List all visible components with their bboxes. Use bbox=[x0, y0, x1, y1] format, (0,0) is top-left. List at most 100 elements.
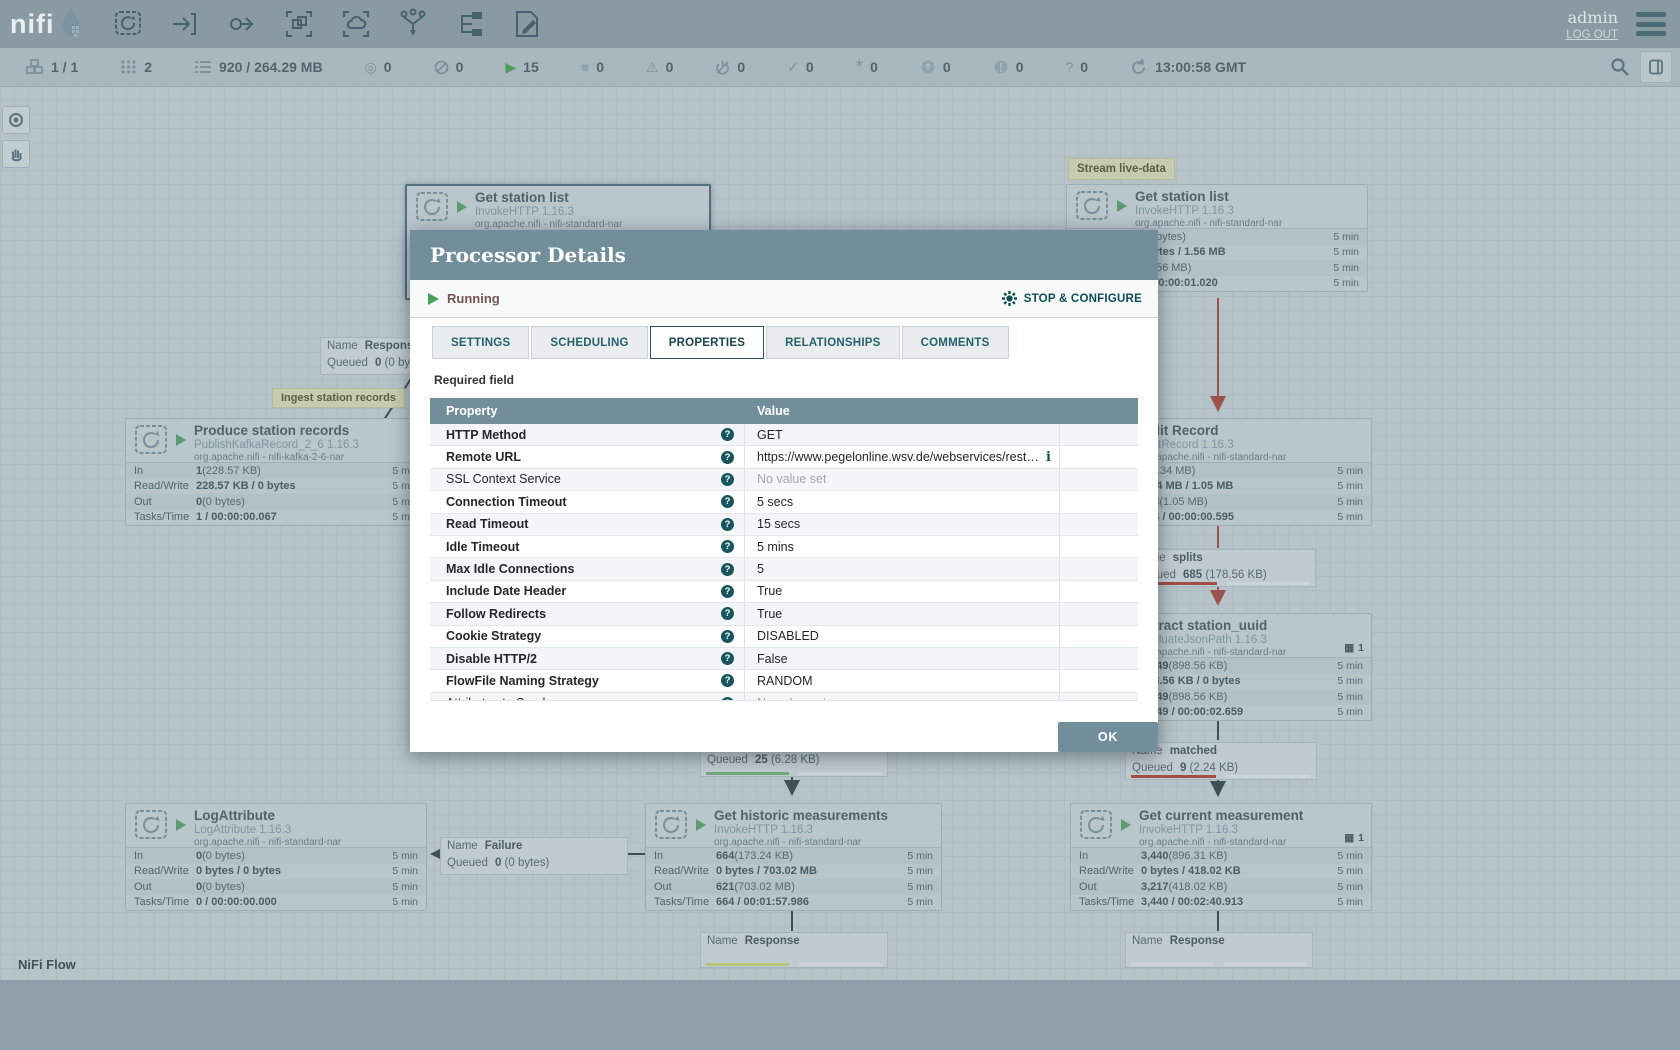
help-icon[interactable] bbox=[721, 563, 734, 576]
info-icon[interactable] bbox=[1040, 450, 1051, 465]
processor-stamp-icon bbox=[1075, 190, 1111, 228]
locally-modified-stale-icon bbox=[993, 59, 1009, 75]
running-status-icon bbox=[176, 819, 186, 831]
property-row: Max Idle Connections5 bbox=[430, 558, 1138, 580]
help-icon[interactable] bbox=[721, 428, 734, 441]
search-icon[interactable] bbox=[1610, 57, 1630, 77]
component-toolbar bbox=[111, 7, 544, 41]
processor-bundle: org.apache.nifi - nifi-standard-nar bbox=[714, 837, 941, 849]
help-icon[interactable] bbox=[721, 674, 734, 687]
status-threads: 2 bbox=[120, 59, 152, 75]
ok-button[interactable]: OK bbox=[1058, 722, 1158, 752]
stat-readwrite: Read/Write0 bytes / 418.02 KB5 min bbox=[1071, 864, 1371, 880]
pan-hand-button[interactable] bbox=[2, 140, 30, 168]
processor-title: Split Record bbox=[1139, 423, 1371, 439]
processor-get-current-measurement[interactable]: Get current measurement InvokeHTTP 1.16.… bbox=[1070, 803, 1372, 911]
connection-label-failure[interactable]: NameFailure Queued0 (0 bytes) bbox=[440, 837, 628, 875]
connection-label-response-bottom[interactable]: NameResponse bbox=[700, 932, 888, 968]
processor-bundle: org.apache.nifi - nifi-standard-nar bbox=[194, 837, 426, 849]
input-port-icon[interactable] bbox=[168, 7, 202, 41]
status-transmitting: ◎0 bbox=[365, 59, 392, 75]
tab-settings[interactable]: SETTINGS bbox=[432, 326, 529, 359]
output-port-icon[interactable] bbox=[225, 7, 259, 41]
processor-type: InvokeHTTP 1.16.3 bbox=[475, 206, 709, 219]
queue-usage-bars bbox=[1134, 582, 1310, 585]
not-transmitting-icon bbox=[434, 60, 449, 75]
status-disabled: 0 bbox=[715, 59, 745, 75]
tab-properties[interactable]: PROPERTIES bbox=[650, 326, 764, 359]
processor-details-dialog: Processor Details Running STOP & CONFIGU… bbox=[410, 230, 1158, 752]
help-icon[interactable] bbox=[721, 451, 734, 464]
stat-out: Out621 (703.02 MB)5 min bbox=[646, 879, 941, 895]
processor-title: Get station list bbox=[1135, 189, 1367, 205]
help-icon[interactable] bbox=[721, 630, 734, 643]
processor-produce-station-records[interactable]: Produce station records PublishKafkaReco… bbox=[125, 418, 427, 526]
breadcrumb-nifi-flow[interactable]: NiFi Flow bbox=[18, 957, 76, 972]
property-row: Idle Timeout5 mins bbox=[430, 536, 1138, 558]
logout-link[interactable]: LOG OUT bbox=[1566, 29, 1618, 41]
dialog-title: Processor Details bbox=[430, 243, 626, 267]
processor-stamp-icon bbox=[415, 191, 451, 229]
refresh-icon[interactable] bbox=[1130, 59, 1147, 76]
birdseye-button[interactable] bbox=[2, 106, 30, 134]
help-icon[interactable] bbox=[721, 473, 734, 486]
canvas-label-stream-live-data[interactable]: Stream live-data bbox=[1068, 158, 1175, 180]
stat-tasks: Tasks/Time1 / 00:00:00.0675 min bbox=[126, 510, 426, 526]
help-icon[interactable] bbox=[721, 607, 734, 620]
status-locally-modified: *0 bbox=[856, 58, 878, 77]
queue-usage-bars bbox=[706, 963, 882, 966]
funnel-icon[interactable] bbox=[396, 7, 430, 41]
stat-out: Out0 (0 bytes)5 min bbox=[126, 494, 426, 510]
processor-title: LogAttribute bbox=[194, 808, 426, 824]
running-status-icon bbox=[457, 201, 467, 213]
property-row: Include Date HeaderTrue bbox=[430, 581, 1138, 603]
help-icon[interactable] bbox=[721, 495, 734, 508]
footer-band bbox=[0, 980, 1680, 1050]
grid-icon: ▦ bbox=[1344, 642, 1354, 654]
tab-scheduling[interactable]: SCHEDULING bbox=[531, 326, 647, 359]
help-icon[interactable] bbox=[721, 585, 734, 598]
dialog-header: Processor Details bbox=[410, 230, 1158, 280]
processor-type: InvokeHTTP 1.16.3 bbox=[1135, 205, 1367, 218]
stale-icon bbox=[920, 59, 936, 75]
locally-modified-icon: * bbox=[856, 58, 863, 77]
properties-table: Property Value HTTP MethodGET Remote URL… bbox=[430, 398, 1138, 701]
global-menu-icon[interactable] bbox=[1636, 12, 1666, 36]
stat-in: In1 (228.57 KB)5 min bbox=[126, 463, 426, 479]
canvas-label-ingest-station-records[interactable]: Ingest station records bbox=[272, 388, 405, 408]
sync-failure-icon: ? bbox=[1065, 60, 1073, 74]
remote-process-group-icon[interactable] bbox=[339, 7, 373, 41]
processor-type: PublishKafkaRecord_2_6 1.16.3 bbox=[194, 439, 426, 452]
help-icon[interactable] bbox=[721, 652, 734, 665]
property-row: Disable HTTP/2False bbox=[430, 648, 1138, 670]
status-sync-failure: ?0 bbox=[1065, 59, 1088, 75]
transmitting-icon: ◎ bbox=[365, 60, 377, 74]
help-icon[interactable] bbox=[721, 518, 734, 531]
tab-relationships[interactable]: RELATIONSHIPS bbox=[766, 326, 899, 359]
processor-stamp-icon bbox=[654, 809, 690, 847]
template-icon[interactable] bbox=[453, 7, 487, 41]
status-not-transmitting: 0 bbox=[434, 59, 464, 75]
processor-log-attribute[interactable]: LogAttribute LogAttribute 1.16.3 org.apa… bbox=[125, 803, 427, 911]
property-row: Connection Timeout5 secs bbox=[430, 491, 1138, 513]
status-refresh: 13:00:58 GMT bbox=[1130, 59, 1246, 76]
running-status-icon bbox=[1121, 819, 1131, 831]
running-status-icon bbox=[1117, 200, 1127, 212]
stop-and-configure-button[interactable]: STOP & CONFIGURE bbox=[1001, 290, 1142, 307]
app-header: nifi admin LOG OUT bbox=[0, 0, 1680, 48]
help-icon[interactable] bbox=[721, 540, 734, 553]
label-icon[interactable] bbox=[510, 7, 544, 41]
processor-title: Get current measurement bbox=[1139, 808, 1371, 824]
connection-label-queued-25[interactable]: Queued25 (6.28 KB) bbox=[700, 751, 888, 777]
settings-panel-button[interactable] bbox=[1640, 51, 1672, 83]
tab-comments[interactable]: COMMENTS bbox=[902, 326, 1009, 359]
process-group-icon[interactable] bbox=[282, 7, 316, 41]
invalid-icon: ⚠ bbox=[646, 60, 659, 74]
connection-label-response-bottom-right[interactable]: NameResponse bbox=[1125, 932, 1313, 968]
running-icon bbox=[428, 293, 439, 305]
processor-icon[interactable] bbox=[111, 7, 145, 41]
property-row: Follow RedirectsTrue bbox=[430, 603, 1138, 625]
processor-stamp-icon bbox=[1079, 809, 1115, 847]
help-icon[interactable] bbox=[721, 697, 734, 701]
processor-get-historic-measurements[interactable]: Get historic measurements InvokeHTTP 1.1… bbox=[645, 803, 942, 911]
